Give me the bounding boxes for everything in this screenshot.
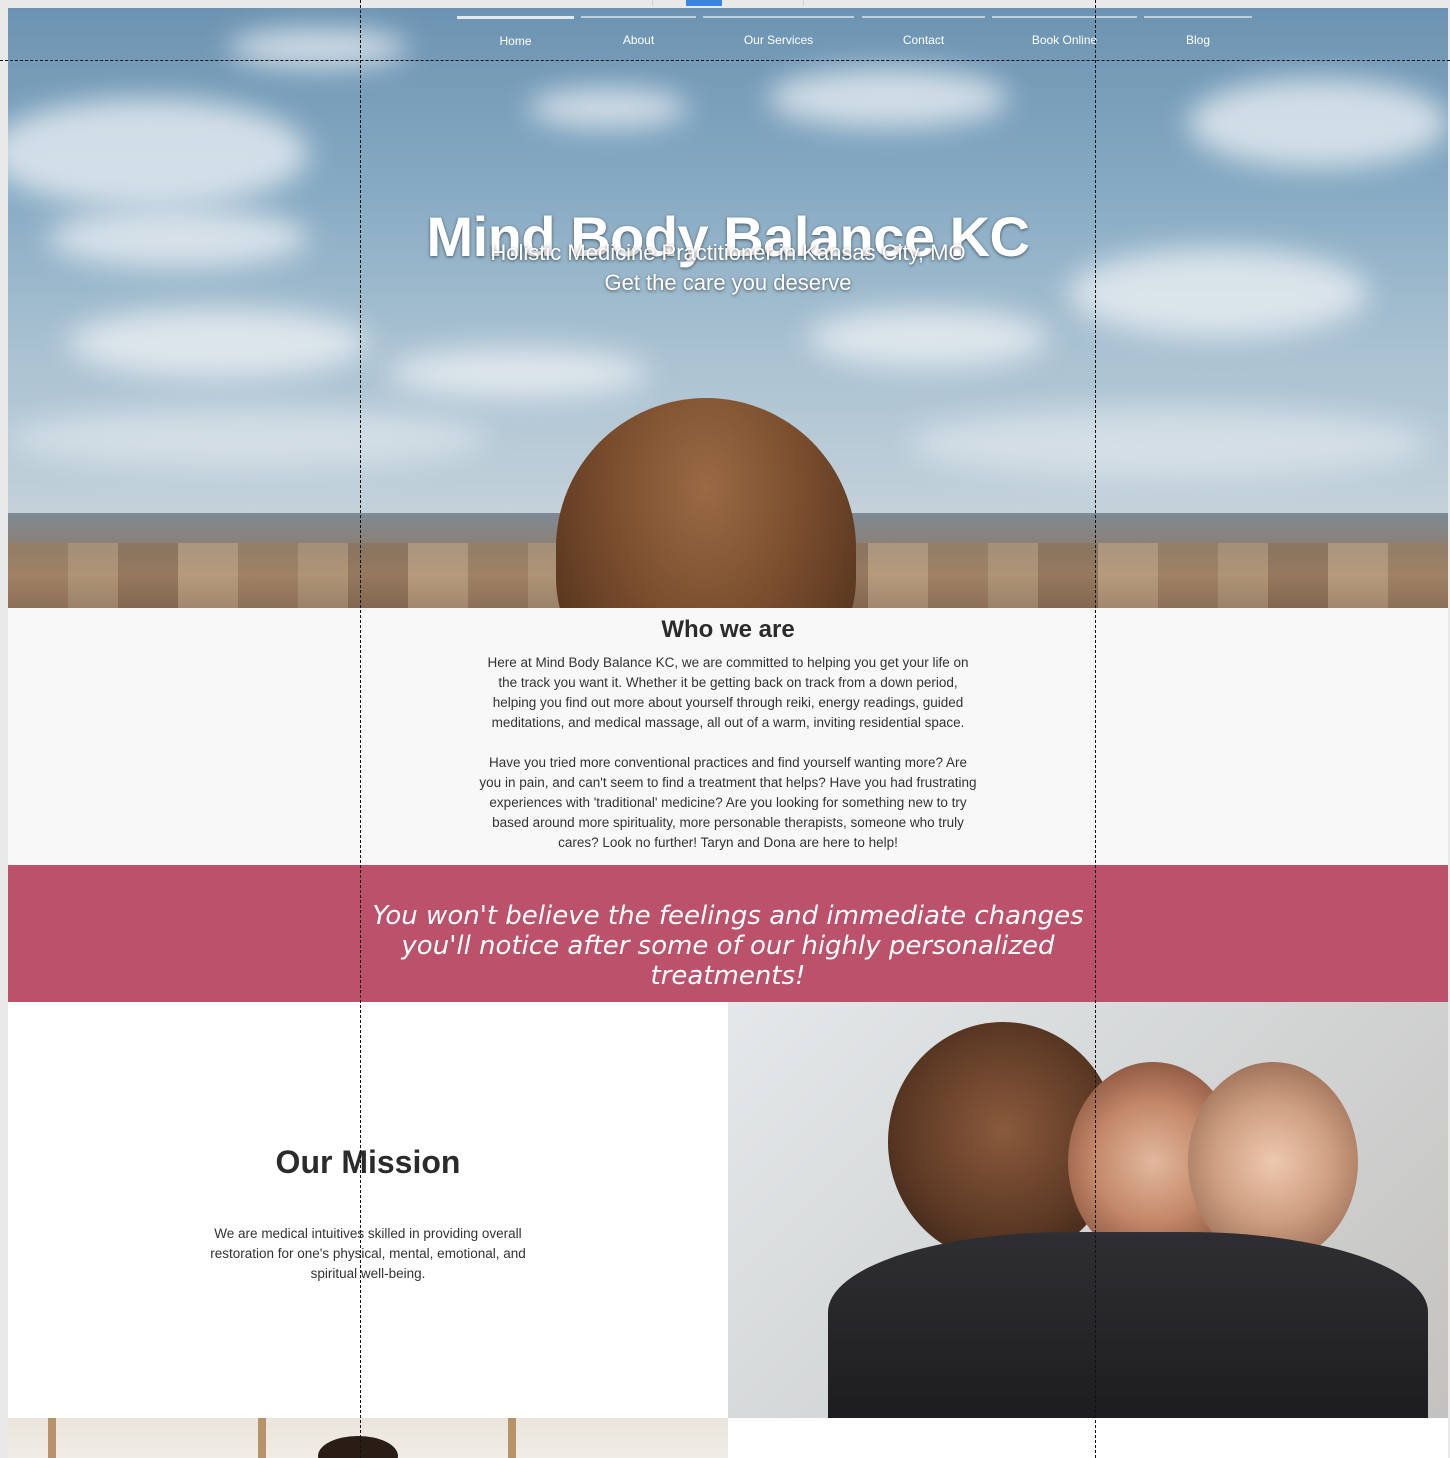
cloud-shape [68,308,368,378]
layout-guide-left [360,0,361,1458]
nav-item-blog[interactable]: Blog [1144,16,1252,62]
page: Home About Our Services Contact Book Onl… [8,8,1448,1458]
nav-item-book-online[interactable]: Book Online [992,16,1137,62]
editor-tab-frame [652,0,804,6]
mission-text: We are medical intuitives skilled in pro… [210,1226,526,1281]
shelf-post [508,1418,516,1458]
cloud-shape [388,348,648,398]
person-head-shape [318,1436,398,1458]
main-nav: Home About Our Services Contact Book Onl… [8,8,1448,60]
clothing-shape [828,1232,1428,1418]
who-we-are-section: Who we are Here at Mind Body Balance KC,… [8,608,1448,865]
bottom-image [8,1418,728,1458]
mission-heading: Our Mission [275,1144,461,1180]
who-we-are-heading: Who we are [661,616,795,643]
hero-section: Home About Our Services Contact Book Onl… [8,8,1448,608]
nav-item-contact[interactable]: Contact [862,16,985,62]
cloud-shape [808,308,1048,368]
nav-item-home[interactable]: Home [457,16,574,63]
quote-text: You won't believe the feelings and immed… [372,901,1084,991]
shelf-post [258,1418,266,1458]
nav-item-our-services[interactable]: Our Services [703,16,854,62]
women-smiling-image [728,1002,1448,1418]
cloud-shape [8,408,488,468]
shelf-post [48,1418,56,1458]
cloud-shape [908,408,1428,478]
mission-section: Our Mission We are medical intuitives sk… [8,1002,728,1418]
nav-item-about[interactable]: About [581,16,696,62]
layout-guide-right [1095,0,1096,1458]
cloud-shape [768,68,1008,128]
editor-tab-indicator [686,0,722,6]
hero-subtitle-line1: Holistic Medicine Practitioner in Kansas… [490,240,966,265]
cloud-shape [1188,78,1448,168]
hero-subtitle-line2: Get the care you deserve [604,270,852,295]
cloud-shape [528,88,688,128]
quote-band: You won't believe the feelings and immed… [8,865,1448,1002]
woman-hair-image [556,398,856,608]
who-we-are-paragraph-1: Here at Mind Body Balance KC, we are com… [487,655,969,730]
layout-guide-header [0,60,1450,61]
cloud-shape [8,98,308,208]
who-we-are-paragraph-2: Have you tried more conventional practic… [479,755,977,850]
